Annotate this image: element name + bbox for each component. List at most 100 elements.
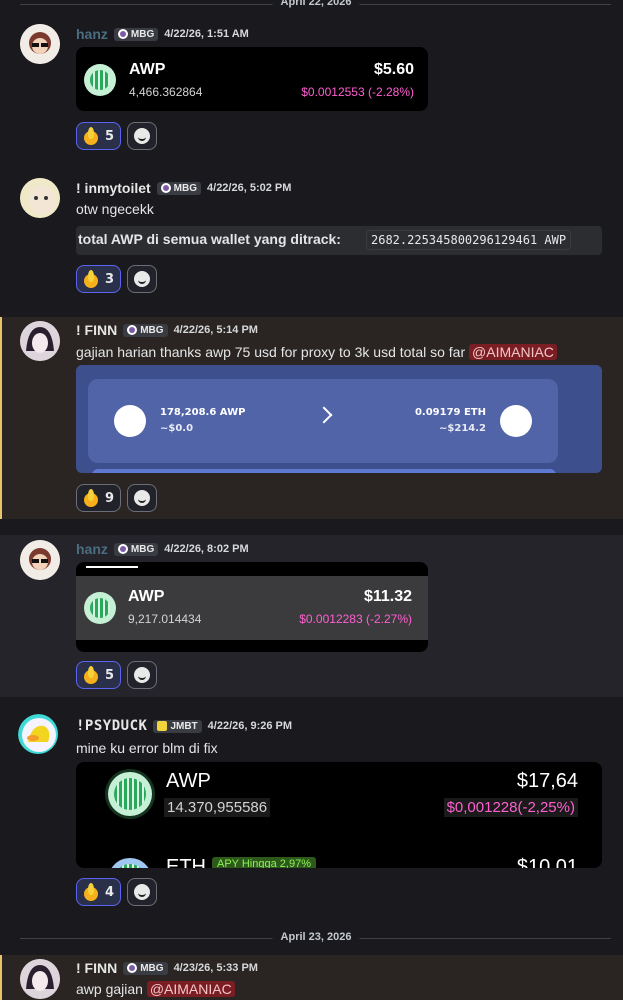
- reaction-fire[interactable]: 5: [76, 661, 122, 689]
- fire-emoji-icon: [83, 127, 99, 145]
- swap-panel-edge: [92, 469, 556, 473]
- token-change: $0,001228(-2,25%): [443, 798, 578, 817]
- message-text: awp gajian @AIMANIAC: [76, 981, 235, 997]
- message: !PSYDUCK JMBT 4/22/26, 9:26 PM mine ku e…: [0, 710, 623, 918]
- avatar[interactable]: [18, 714, 58, 754]
- avatar[interactable]: [20, 959, 60, 999]
- token-change: $0.0012553 (-2.28%): [301, 85, 414, 99]
- guild-icon: [160, 183, 171, 193]
- timestamp: 4/22/26, 1:51 AM: [164, 28, 249, 40]
- eth-coin-icon: [108, 858, 152, 868]
- date-divider-label: April 23, 2026: [272, 931, 360, 943]
- guild-tag[interactable]: MBG: [113, 27, 159, 41]
- token-value: $17,64: [516, 770, 578, 792]
- reaction-fire[interactable]: 3: [76, 265, 122, 293]
- message-text: gajian harian thanks awp 75 usd for prox…: [76, 344, 557, 360]
- guild-tag[interactable]: MBG: [123, 323, 168, 337]
- card-tab-indicator: [86, 566, 138, 568]
- swap-from-usd: ~$0.0: [160, 423, 194, 434]
- message-text: otw ngecekk: [76, 201, 154, 217]
- message: ! inmytoilet MBG 4/22/26, 5:02 PM otw ng…: [0, 170, 623, 310]
- guild-icon: [117, 544, 128, 554]
- username[interactable]: ! FINN: [76, 960, 117, 976]
- token-value: $11.32: [363, 588, 412, 605]
- eth-coin-icon: [500, 405, 532, 437]
- awp-coin-icon: [84, 592, 116, 624]
- token-card: AWP 14.370,955586 $17,64 $0,001228(-2,25…: [76, 762, 602, 868]
- guild-icon: [157, 721, 168, 731]
- token-value: $5.60: [373, 61, 414, 78]
- awp-coin-icon: [84, 64, 116, 96]
- avatar[interactable]: [20, 540, 60, 580]
- add-reaction-button[interactable]: [127, 122, 158, 150]
- fire-emoji-icon: [83, 270, 99, 288]
- smile-icon: [134, 490, 151, 506]
- fire-emoji-icon: [83, 883, 99, 901]
- guild-tag[interactable]: MBG: [113, 542, 159, 556]
- message-body: awp gajian: [76, 981, 143, 997]
- code-inline: 2682.225345800296129461 AWP: [366, 230, 572, 250]
- token-change: $0.0012283 (-2.27%): [299, 612, 412, 626]
- token-row: AWP 9,217.014434 $11.32 $0.0012283 (-2.2…: [76, 576, 428, 640]
- token-balance: 14.370,955586: [164, 798, 271, 817]
- username[interactable]: ! inmytoilet: [76, 180, 151, 196]
- token-ticker-2: ETH: [166, 856, 206, 868]
- fire-emoji-icon: [83, 666, 99, 684]
- token-card: AWP 9,217.014434 $11.32 $0.0012283 (-2.2…: [76, 562, 428, 652]
- swap-to-amount: 0.09179 ETH: [414, 407, 486, 418]
- timestamp: 4/22/26, 8:02 PM: [164, 543, 249, 555]
- guild-icon: [127, 325, 138, 335]
- timestamp: 4/22/26, 9:26 PM: [207, 720, 293, 732]
- smile-icon: [134, 667, 151, 683]
- message-text: total AWP di semua wallet yang ditrack:: [78, 231, 341, 247]
- username[interactable]: ! FINN: [76, 322, 117, 338]
- token-balance: 4,466.362864: [129, 85, 203, 99]
- token-ticker: AWP: [166, 770, 211, 792]
- smile-icon: [134, 884, 151, 900]
- swap-panel: 178,208.6 AWP ~$0.0 0.09179 ETH ~$214.2: [88, 379, 558, 463]
- message: hanz MBG 4/22/26, 1:51 AM AWP 4,466.3628…: [0, 18, 623, 158]
- token-balance: 9,217.014434: [128, 612, 202, 626]
- user-mention[interactable]: @AIMANIAC: [146, 981, 235, 997]
- add-reaction-button[interactable]: [127, 265, 158, 293]
- smile-icon: [134, 128, 151, 144]
- add-reaction-button[interactable]: [127, 661, 158, 689]
- add-reaction-button[interactable]: [127, 484, 158, 512]
- message-highlighted: ! FINN MBG 4/23/26, 5:33 PM awp gajian @…: [0, 955, 623, 1000]
- reaction-fire[interactable]: 4: [76, 878, 122, 906]
- embed-line: total AWP di semua wallet yang ditrack: …: [76, 226, 602, 255]
- message-body: gajian harian thanks awp 75 usd for prox…: [76, 344, 466, 360]
- message: hanz MBG 4/22/26, 8:02 PM AWP 9,217.0144…: [0, 535, 623, 697]
- timestamp: 4/22/26, 5:14 PM: [173, 324, 258, 336]
- token-card: AWP 4,466.362864 $5.60 $0.0012553 (-2.28…: [76, 47, 428, 111]
- timestamp: 4/22/26, 5:02 PM: [207, 182, 292, 194]
- swap-image[interactable]: 178,208.6 AWP ~$0.0 0.09179 ETH ~$214.2: [76, 365, 602, 473]
- awp-coin-icon: [114, 405, 146, 437]
- apy-badge: APY Hingga 2,97%: [212, 857, 316, 868]
- guild-icon: [117, 29, 128, 39]
- avatar[interactable]: [20, 321, 60, 361]
- username[interactable]: hanz: [76, 26, 108, 42]
- timestamp: 4/23/26, 5:33 PM: [173, 962, 258, 974]
- guild-tag[interactable]: JMBT: [153, 719, 202, 733]
- guild-icon: [127, 963, 138, 973]
- awp-coin-icon: [108, 772, 152, 816]
- reaction-fire[interactable]: 9: [76, 484, 122, 512]
- smile-icon: [134, 271, 151, 287]
- reaction-fire[interactable]: 5: [76, 122, 122, 150]
- message-text: mine ku error blm di fix: [76, 740, 218, 756]
- token-ticker: AWP: [128, 588, 165, 605]
- user-mention[interactable]: @AIMANIAC: [469, 344, 557, 360]
- guild-tag[interactable]: MBG: [156, 181, 202, 195]
- fire-emoji-icon: [83, 489, 99, 507]
- date-divider-label: April 22, 2026: [272, 0, 360, 8]
- arrow-right-icon: [315, 406, 333, 424]
- avatar[interactable]: [20, 178, 60, 218]
- add-reaction-button[interactable]: [127, 878, 158, 906]
- swap-from-amount: 178,208.6 AWP: [160, 407, 246, 418]
- avatar[interactable]: [20, 24, 60, 64]
- swap-to-usd: ~$214.2: [439, 423, 486, 434]
- username[interactable]: !PSYDUCK: [76, 718, 147, 734]
- username[interactable]: hanz: [76, 541, 108, 557]
- guild-tag[interactable]: MBG: [123, 961, 168, 975]
